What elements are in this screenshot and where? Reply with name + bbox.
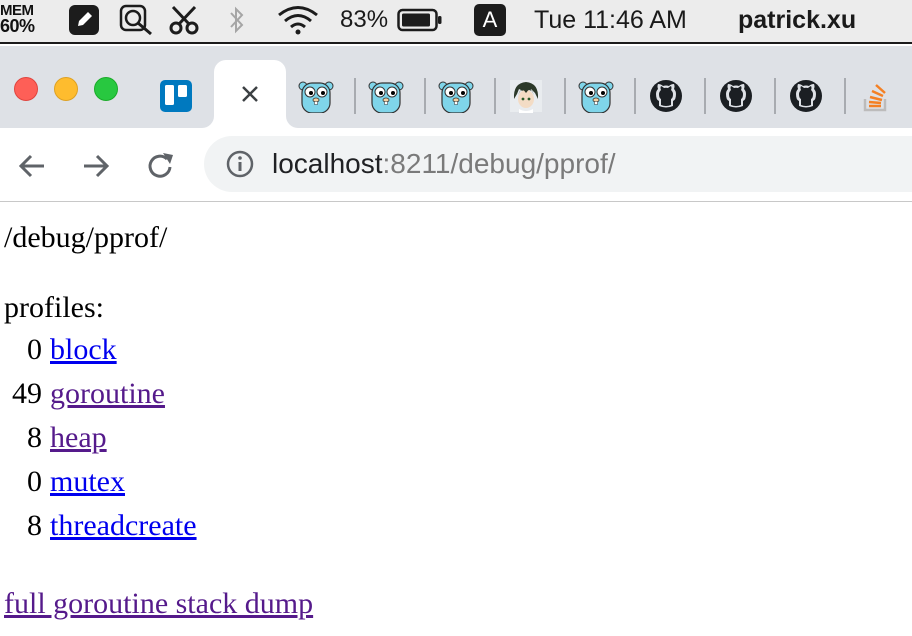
- url-host: localhost: [272, 148, 383, 179]
- close-icon[interactable]: [239, 83, 261, 105]
- profile-row-heap: 8 heap: [0, 418, 107, 458]
- scissors-icon[interactable]: [166, 4, 202, 36]
- menubar-clock[interactable]: Tue 11:46 AM: [534, 3, 687, 37]
- close-window-button[interactable]: [14, 77, 38, 101]
- tab-gopher-4[interactable]: [570, 73, 622, 119]
- tab-separator: [494, 78, 496, 114]
- menubar-user[interactable]: patrick.xu: [738, 3, 856, 37]
- bluetooth-icon[interactable]: [222, 4, 252, 36]
- profile-link-heap[interactable]: heap: [50, 421, 107, 454]
- tab-trello[interactable]: [150, 73, 202, 119]
- profile-count: 0: [27, 465, 42, 498]
- github-icon: [720, 80, 752, 112]
- gopher-icon: [578, 81, 614, 113]
- notes-icon[interactable]: [66, 4, 102, 36]
- tab-separator: [774, 78, 776, 114]
- page-content: /debug/pprof/ profiles: 0 block 49 gorouti…: [0, 202, 912, 636]
- profile-count: 0: [27, 333, 42, 366]
- gopher-icon: [438, 81, 474, 113]
- battery-icon[interactable]: [396, 4, 444, 36]
- profile-row-mutex: 0 mutex: [0, 462, 125, 502]
- tab-stackoverflow[interactable]: [850, 73, 902, 119]
- profile-link-threadcreate[interactable]: threadcreate: [50, 509, 197, 542]
- url-path: :8211/debug/pprof/: [382, 148, 616, 179]
- tab-github-2[interactable]: [710, 73, 762, 119]
- profile-link-block[interactable]: block: [50, 333, 117, 366]
- url-text[interactable]: localhost:8211/debug/pprof/: [272, 145, 616, 183]
- wifi-icon[interactable]: [274, 4, 322, 36]
- github-icon: [650, 80, 682, 112]
- tab-github-1[interactable]: [640, 73, 692, 119]
- tab-gopher-2[interactable]: [360, 73, 412, 119]
- zoom-window-button[interactable]: [94, 77, 118, 101]
- info-icon: [226, 150, 254, 178]
- tab-separator: [354, 78, 356, 114]
- profile-count: 8: [27, 509, 42, 542]
- back-button[interactable]: [12, 146, 52, 186]
- input-source-icon[interactable]: A: [472, 4, 508, 36]
- profile-row-threadcreate: 8 threadcreate: [0, 506, 197, 546]
- tab-separator: [634, 78, 636, 114]
- tab-gopher-1[interactable]: [290, 73, 342, 119]
- reload-icon: [148, 153, 173, 178]
- site-info-button[interactable]: [224, 148, 256, 180]
- tab-gopher-3[interactable]: [430, 73, 482, 119]
- tab-separator: [844, 78, 846, 114]
- github-icon: [790, 80, 822, 112]
- profile-link-mutex[interactable]: mutex: [50, 465, 125, 498]
- tab-active[interactable]: [214, 60, 286, 128]
- tab-separator: [424, 78, 426, 114]
- anime-avatar-icon: [510, 80, 542, 113]
- battery-percent[interactable]: 83%: [340, 3, 388, 37]
- forward-button[interactable]: [76, 146, 116, 186]
- memory-value: 60%: [0, 16, 35, 36]
- tab-github-3[interactable]: [780, 73, 832, 119]
- profile-row-goroutine: 49 goroutine: [0, 374, 165, 414]
- page-title: /debug/pprof/: [4, 221, 168, 254]
- full-goroutine-dump-link[interactable]: full goroutine stack dump: [4, 584, 313, 624]
- profiles-label: profiles:: [4, 291, 104, 324]
- gopher-icon: [368, 81, 404, 113]
- stackoverflow-icon: [863, 84, 887, 112]
- gopher-icon: [298, 81, 334, 113]
- search-glass-icon[interactable]: [118, 4, 156, 36]
- minimize-window-button[interactable]: [54, 77, 78, 101]
- memory-indicator[interactable]: MEM 60%: [0, 2, 46, 35]
- profile-count: 8: [27, 421, 42, 454]
- tab-separator: [564, 78, 566, 114]
- trello-icon: [160, 80, 192, 112]
- tab-avatar[interactable]: [500, 73, 552, 119]
- forward-arrow-icon: [84, 154, 110, 178]
- back-arrow-icon: [18, 154, 44, 178]
- profile-link-goroutine[interactable]: goroutine: [50, 377, 165, 410]
- input-source-label: A: [474, 4, 506, 36]
- profile-row-block: 0 block: [0, 330, 117, 370]
- macos-menubar: MEM 60% 83% A Tue 11:46 AM patrick.xu: [0, 0, 912, 44]
- profile-count: 49: [12, 377, 42, 410]
- reload-button[interactable]: [140, 146, 180, 186]
- tab-separator: [704, 78, 706, 114]
